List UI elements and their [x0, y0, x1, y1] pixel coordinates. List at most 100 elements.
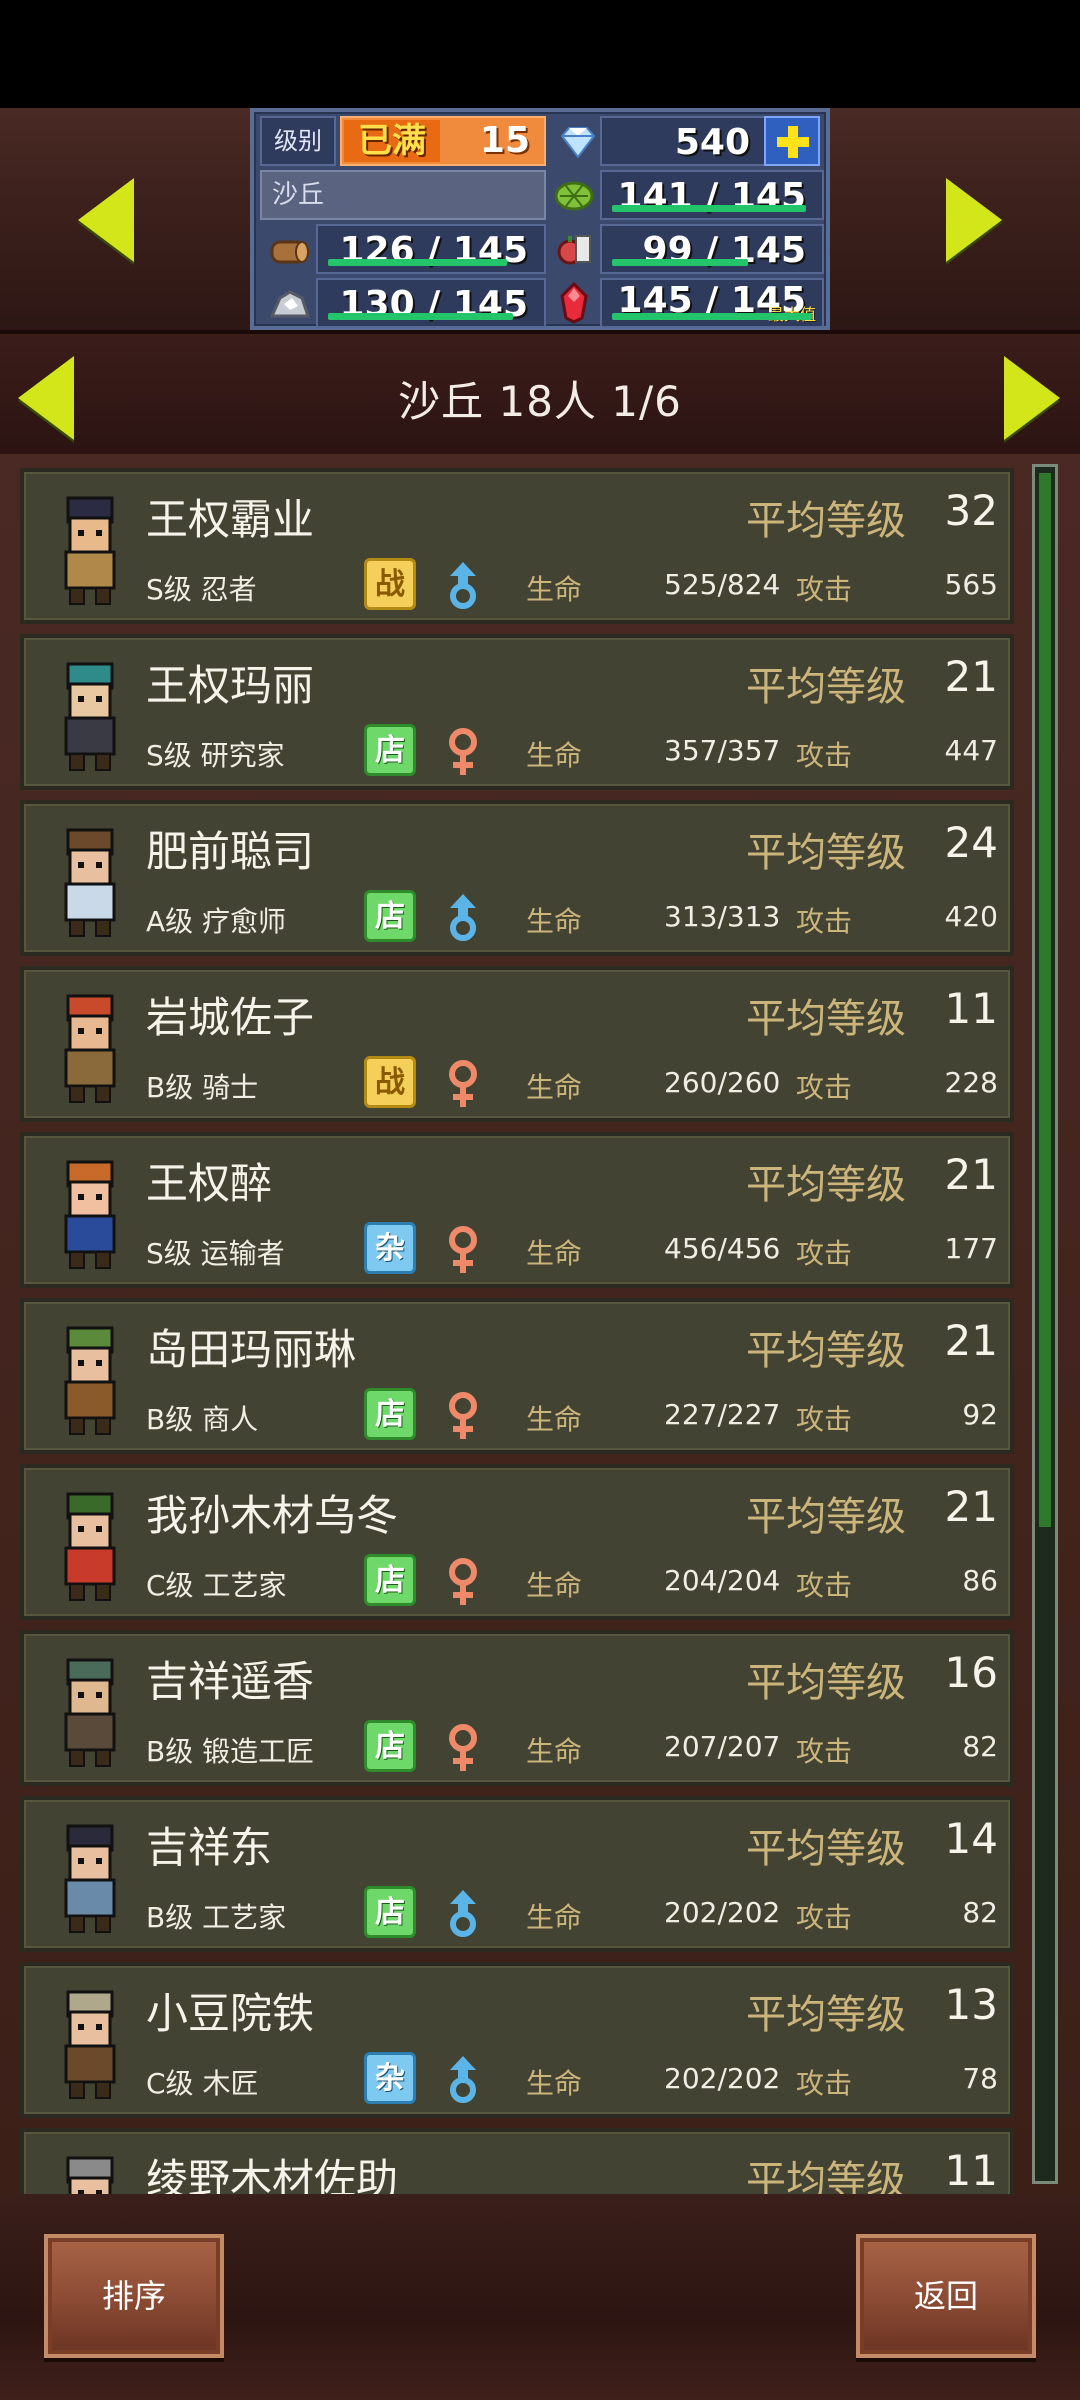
character-name: 岛田玛丽琳	[146, 1325, 357, 1374]
role-badge: 店	[364, 890, 416, 942]
rank-job: S级 运输者	[146, 1237, 285, 1270]
attack-label: 攻击	[796, 1901, 853, 1934]
character-card[interactable]: 王权玛丽 平均等级 21 S级 研究家 店 生命 357/357 攻击 447	[20, 634, 1014, 790]
attack-value: 420	[944, 900, 998, 933]
male-icon	[450, 562, 476, 609]
next-area-arrow-icon[interactable]	[946, 178, 1002, 262]
attack-label: 攻击	[796, 1237, 853, 1270]
hp-label: 生命	[526, 1237, 583, 1270]
mystic-bar	[612, 313, 812, 320]
ore-icon	[269, 290, 311, 318]
rank-job: B级 工艺家	[146, 1901, 287, 1934]
next-page-arrow-icon[interactable]	[1004, 356, 1060, 440]
avg-level-label: 平均等级	[746, 1660, 906, 1706]
attack-label: 攻击	[796, 2067, 853, 2100]
character-card[interactable]: 小豆院铁 平均等级 13 C级 木匠 杂 生命 202/202 攻击 78	[20, 1962, 1014, 2118]
avg-level-value: 11	[944, 984, 998, 1033]
avg-level-label: 平均等级	[746, 1494, 906, 1540]
character-card[interactable]: 吉祥东 平均等级 14 B级 工艺家 店 生命 202/202 攻击 82	[20, 1796, 1014, 1952]
hp-label: 生命	[526, 739, 583, 772]
character-card[interactable]: 王权醉 平均等级 21 S级 运输者 杂 生命 456/456 攻击 177	[20, 1132, 1014, 1288]
character-card[interactable]: 吉祥遥香 平均等级 16 B级 锻造工匠 店 生命 207/207 攻击 82	[20, 1630, 1014, 1786]
character-portrait-icon	[64, 1658, 116, 1767]
avg-level-label: 平均等级	[746, 996, 906, 1042]
hp-value: 456/456	[664, 1232, 781, 1265]
prev-area-arrow-icon[interactable]	[78, 178, 134, 262]
role-badge: 杂	[364, 2052, 416, 2104]
level-box: 已满 15	[340, 116, 546, 166]
level-value: 15	[479, 120, 530, 161]
mystic-cell: 145 / 145 最大值	[600, 278, 824, 328]
hp-label: 生命	[526, 2067, 583, 2100]
sort-button[interactable]: 排序	[44, 2234, 224, 2358]
scrollbar-thumb[interactable]	[1039, 473, 1051, 1527]
attack-value: 86	[962, 1564, 998, 1597]
female-icon	[449, 728, 477, 775]
hp-label: 生命	[526, 573, 583, 606]
character-portrait-icon	[64, 1160, 116, 1269]
hp-value: 227/227	[664, 1398, 781, 1431]
role-badge: 杂	[364, 1222, 416, 1274]
food-cell: 99 / 145	[600, 224, 824, 274]
character-portrait-icon	[64, 662, 116, 771]
attack-label: 攻击	[796, 905, 853, 938]
character-portrait-icon	[66, 2156, 114, 2194]
rank-job: B级 骑士	[146, 1071, 259, 1104]
character-portrait-icon	[64, 994, 116, 1103]
character-portrait-icon	[64, 1492, 116, 1601]
ore-bar	[328, 313, 513, 320]
hp-value: 525/824	[664, 568, 781, 601]
character-name: 小豆院铁	[146, 1989, 315, 2038]
role-badge: 店	[364, 1886, 416, 1938]
character-card[interactable]: 绫野木材佐助 平均等级 11	[20, 2128, 1014, 2194]
list-scrollbar[interactable]	[1032, 464, 1058, 2184]
hp-value: 204/204	[664, 1564, 781, 1597]
rank-job: S级 忍者	[146, 573, 257, 606]
avg-level-value: 11	[944, 2146, 998, 2194]
avg-level-label: 平均等级	[746, 830, 906, 876]
resource-panel: 级别 已满 15 540 沙丘 141 / 145 126 / 145 99 /…	[250, 108, 830, 330]
rank-job: S级 研究家	[146, 739, 285, 772]
back-button[interactable]: 返回	[856, 2234, 1036, 2358]
attack-value: 565	[944, 568, 998, 601]
add-gems-button[interactable]	[764, 116, 820, 166]
character-list[interactable]: 王权霸业 平均等级 32 S级 忍者战 生命 525/824 攻击 565 王权玛丽 平均等级…	[0, 454, 1080, 2194]
avg-level-label: 平均等级	[746, 1328, 906, 1374]
character-card[interactable]: 我孙木材乌冬 平均等级 21 C级 工艺家 店 生命 204/204 攻击 86	[20, 1464, 1014, 1620]
role-badge: 战	[364, 1056, 416, 1108]
character-portrait-icon	[64, 1824, 116, 1933]
avg-level-value: 21	[944, 652, 998, 701]
male-icon	[450, 1890, 476, 1937]
roster-header: 沙丘 18人 1/6	[0, 330, 1080, 454]
attack-value: 92	[962, 1398, 998, 1431]
hp-value: 357/357	[664, 734, 781, 767]
character-card[interactable]: 王权霸业 平均等级 32 S级 忍者 战 生命 525/824 攻击 565	[20, 468, 1014, 624]
avg-level-label: 平均等级	[746, 1162, 906, 1208]
footer: 排序 返回	[0, 2194, 1080, 2400]
attack-value: 447	[944, 734, 998, 767]
hp-value: 202/202	[664, 2062, 781, 2095]
avg-level-value: 32	[944, 486, 998, 535]
attack-value: 82	[962, 1896, 998, 1929]
character-name: 王权醉	[146, 1159, 273, 1208]
food-icon	[557, 235, 591, 265]
character-portrait-icon	[64, 496, 116, 605]
crop-bar	[612, 205, 806, 212]
role-badge: 店	[364, 1388, 416, 1440]
character-card[interactable]: 岩城佐子 平均等级 11 B级 骑士 战 生命 260/260 攻击 228	[20, 966, 1014, 1122]
diamond-icon	[560, 127, 596, 159]
male-icon	[450, 2056, 476, 2103]
character-card[interactable]: 岛田玛丽琳 平均等级 21 B级 商人 店 生命 227/227 攻击 92	[20, 1298, 1014, 1454]
crop-cell: 141 / 145	[600, 170, 824, 220]
role-badge: 店	[364, 1554, 416, 1606]
attack-label: 攻击	[796, 1735, 853, 1768]
character-card[interactable]: 肥前聪司 平均等级 24 A级 疗愈师 店 生命 313/313 攻击 420	[20, 800, 1014, 956]
hp-label: 生命	[526, 1735, 583, 1768]
avg-level-value: 21	[944, 1316, 998, 1365]
female-icon	[449, 1226, 477, 1273]
mystic-gem-icon	[560, 282, 588, 324]
screen: 级别 已满 15 540 沙丘 141 / 145 126 / 145 99 /…	[0, 0, 1080, 2400]
attack-label: 攻击	[796, 739, 853, 772]
hp-label: 生命	[526, 1071, 583, 1104]
level-max-badge: 已满	[344, 120, 440, 162]
